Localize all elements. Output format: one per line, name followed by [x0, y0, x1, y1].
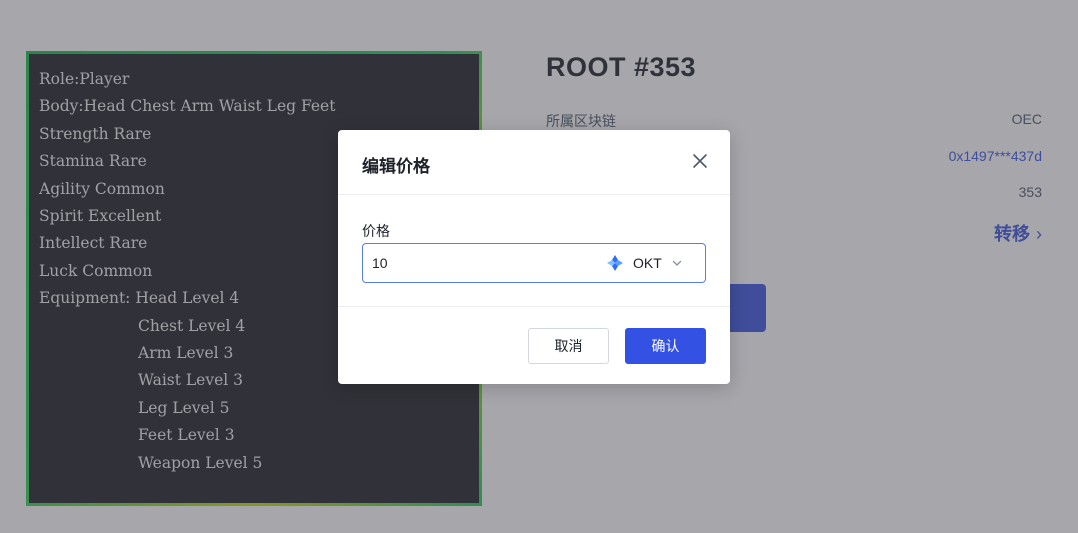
modal-body: 价格 OKT: [362, 194, 706, 306]
modal-title: 编辑价格: [362, 157, 430, 176]
modal-header: 编辑价格: [338, 130, 730, 195]
close-button[interactable]: [690, 151, 710, 171]
modal-footer: 取消 确认: [338, 306, 730, 384]
confirm-button[interactable]: 确认: [625, 328, 706, 364]
price-label: 价格: [362, 223, 390, 239]
close-icon: [693, 154, 707, 168]
token-label: OKT: [633, 255, 662, 271]
okt-token-icon: [607, 255, 623, 271]
cancel-button[interactable]: 取消: [528, 328, 609, 364]
price-field: OKT: [362, 243, 706, 283]
price-input[interactable]: [363, 244, 592, 282]
token-select[interactable]: OKT: [607, 244, 697, 282]
chevron-down-icon: [672, 260, 682, 266]
edit-price-modal: 编辑价格 价格 OKT 取消: [338, 130, 730, 384]
